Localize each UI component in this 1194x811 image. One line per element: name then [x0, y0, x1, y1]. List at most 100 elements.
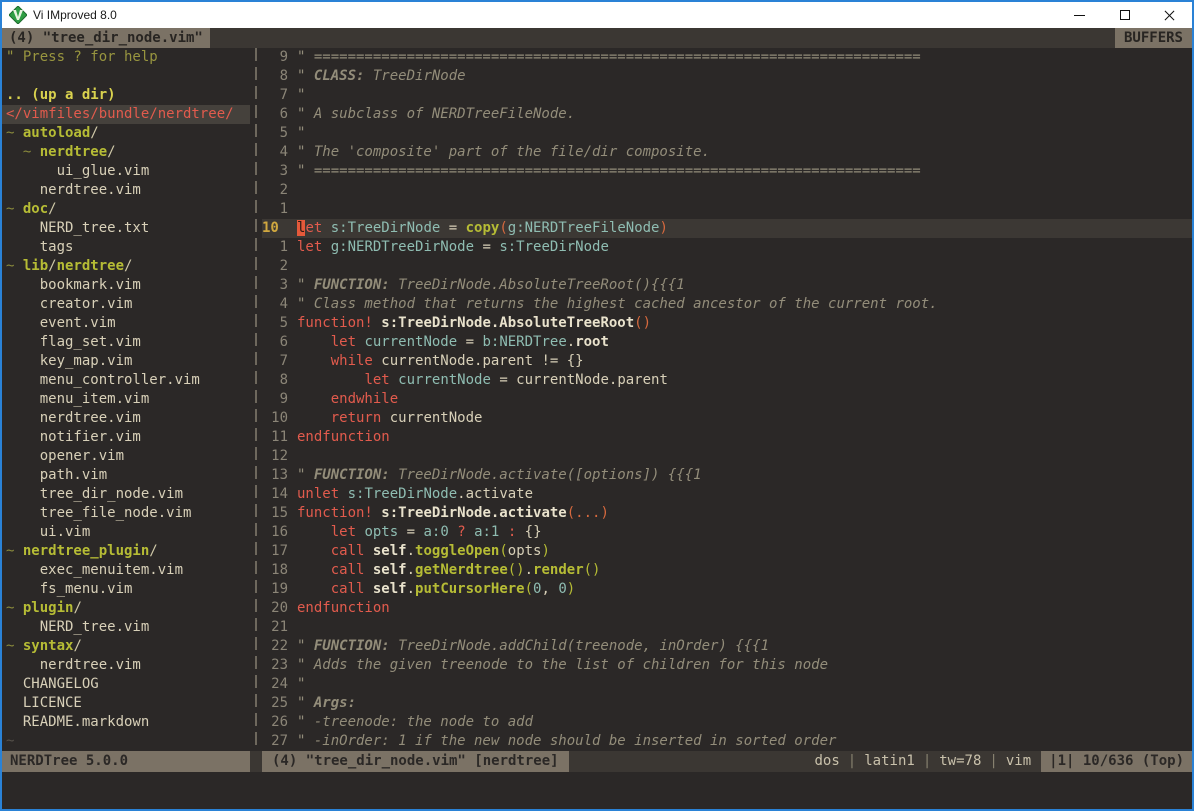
code-line[interactable]: 1let g:NERDTreeDirNode = s:TreeDirNode	[262, 238, 1192, 257]
line-text: unlet s:TreeDirNode.activate	[297, 485, 533, 504]
tree-line[interactable]: flag_set.vim	[2, 333, 250, 352]
tree-line-selected[interactable]: </vimfiles/bundle/nerdtree/	[2, 105, 250, 124]
code-line[interactable]: 1	[262, 200, 1192, 219]
statusline-gap	[250, 751, 262, 772]
token-gp: ()	[508, 562, 525, 578]
tree-line[interactable]: nerdtree.vim	[2, 181, 250, 200]
main-area: " Press ? for help .. (up a dir)</vimfile…	[2, 48, 1192, 751]
code-line[interactable]: 6" A subclass of NERDTreeFileNode.	[262, 105, 1192, 124]
tree-line[interactable]: opener.vim	[2, 447, 250, 466]
tree-line[interactable]: ~	[2, 732, 250, 751]
code-line[interactable]: 2	[262, 181, 1192, 200]
code-line[interactable]: 22" FUNCTION: TreeDirNode.addChild(treen…	[262, 637, 1192, 656]
tree-line[interactable]: CHANGELOG	[2, 675, 250, 694]
line-number: 18	[262, 561, 288, 580]
code-line[interactable]: 2	[262, 257, 1192, 276]
code-line[interactable]: 14unlet s:TreeDirNode.activate	[262, 485, 1192, 504]
tree-line[interactable]: ~ autoload/	[2, 124, 250, 143]
tree-line[interactable]: ~ lib/nerdtree/	[2, 257, 250, 276]
code-line[interactable]: 15function! s:TreeDirNode.activate(...)	[262, 504, 1192, 523]
tree-line[interactable]: ~ nerdtree_plugin/	[2, 542, 250, 561]
code-line[interactable]: 26" -treenode: the node to add	[262, 713, 1192, 732]
tree-line[interactable]: menu_controller.vim	[2, 371, 250, 390]
code-line[interactable]: 18 call self.getNerdtree().render()	[262, 561, 1192, 580]
tree-line[interactable]: creator.vim	[2, 295, 250, 314]
tree-line[interactable]: ~ syntax/	[2, 637, 250, 656]
tree-line[interactable]: ui.vim	[2, 523, 250, 542]
window-separator[interactable]	[250, 48, 262, 751]
code-line[interactable]: 4" Class method that returns the highest…	[262, 295, 1192, 314]
code-line[interactable]: 4" The 'composite' part of the file/dir …	[262, 143, 1192, 162]
code-line[interactable]: 9 endwhile	[262, 390, 1192, 409]
code-line[interactable]: 9" =====================================…	[262, 48, 1192, 67]
code-line[interactable]: 7 while currentNode.parent != {}	[262, 352, 1192, 371]
minimize-button[interactable]	[1057, 2, 1102, 28]
tree-line[interactable]: key_map.vim	[2, 352, 250, 371]
maximize-button[interactable]	[1102, 2, 1147, 28]
code-line[interactable]: 10 return currentNode	[262, 409, 1192, 428]
tree-line[interactable]: .. (up a dir)	[2, 86, 250, 105]
code-line[interactable]: 11endfunction	[262, 428, 1192, 447]
token-p: =	[474, 239, 499, 255]
tree-line[interactable]: ~ nerdtree/	[2, 143, 250, 162]
code-line[interactable]: 3" =====================================…	[262, 162, 1192, 181]
token-f: CHANGELOG	[6, 676, 99, 692]
tree-line[interactable]	[2, 67, 250, 86]
tree-line[interactable]: " Press ? for help	[2, 48, 250, 67]
tree-line[interactable]: bookmark.vim	[2, 276, 250, 295]
token-sl: /	[107, 144, 115, 160]
code-line[interactable]: 12	[262, 447, 1192, 466]
token-k: endwhile	[331, 391, 398, 407]
code-line[interactable]: 6 let currentNode = b:NERDTree.root	[262, 333, 1192, 352]
tree-line[interactable]: tree_file_node.vim	[2, 504, 250, 523]
line-number: 19	[262, 580, 288, 599]
tree-line[interactable]: path.vim	[2, 466, 250, 485]
tree-line[interactable]: tree_dir_node.vim	[2, 485, 250, 504]
tree-line[interactable]: NERD_tree.txt	[2, 219, 250, 238]
tree-line[interactable]: event.vim	[2, 314, 250, 333]
tree-line[interactable]: NERD_tree.vim	[2, 618, 250, 637]
tree-line[interactable]: LICENCE	[2, 694, 250, 713]
code-line[interactable]: 27" -inOrder: 1 if the new node should b…	[262, 732, 1192, 751]
token-c: "	[297, 277, 314, 293]
tree-line[interactable]: nerdtree.vim	[2, 656, 250, 675]
tab-tree-dir-node[interactable]: (4) "tree_dir_node.vim"	[2, 28, 210, 48]
code-line[interactable]: 23" Adds the given treenode to the list …	[262, 656, 1192, 675]
code-line[interactable]: 8" CLASS: TreeDirNode	[262, 67, 1192, 86]
code-line[interactable]: 16 let opts = a:0 ? a:1 : {}	[262, 523, 1192, 542]
tree-line[interactable]: fs_menu.vim	[2, 580, 250, 599]
code-line[interactable]: 5function! s:TreeDirNode.AbsoluteTreeRoo…	[262, 314, 1192, 333]
code-line[interactable]: 17 call self.toggleOpen(opts)	[262, 542, 1192, 561]
line-text: " FUNCTION: TreeDirNode.AbsoluteTreeRoot…	[297, 276, 685, 295]
code-line[interactable]: 13" FUNCTION: TreeDirNode.activate([opti…	[262, 466, 1192, 485]
code-line[interactable]: 24"	[262, 675, 1192, 694]
token-p: =	[457, 334, 482, 350]
tree-line[interactable]: notifier.vim	[2, 428, 250, 447]
code-line[interactable]: 19 call self.putCursorHere(0, 0)	[262, 580, 1192, 599]
tree-line[interactable]: nerdtree.vim	[2, 409, 250, 428]
token-p: =	[398, 524, 423, 540]
token-pb: root	[575, 334, 609, 350]
statusline-fill	[569, 751, 815, 772]
token-cb: FUNCTION:	[314, 277, 390, 293]
tree-line[interactable]: tags	[2, 238, 250, 257]
code-line[interactable]: 7"	[262, 86, 1192, 105]
code-line[interactable]: 8 let currentNode = currentNode.parent	[262, 371, 1192, 390]
tree-line[interactable]: menu_item.vim	[2, 390, 250, 409]
token-id: a:0	[423, 524, 448, 540]
tree-line[interactable]: README.markdown	[2, 713, 250, 732]
code-line[interactable]: 20endfunction	[262, 599, 1192, 618]
code-line[interactable]: 21	[262, 618, 1192, 637]
tree-line[interactable]: ~ doc/	[2, 200, 250, 219]
code-line[interactable]: 25" Args:	[262, 694, 1192, 713]
token-c: " ======================================…	[297, 163, 921, 179]
close-button[interactable]	[1147, 2, 1192, 28]
token-cm: " Press ? for help	[6, 49, 158, 65]
tree-line[interactable]: ui_glue.vim	[2, 162, 250, 181]
token-p	[339, 486, 347, 502]
tree-line[interactable]: ~ plugin/	[2, 599, 250, 618]
code-line[interactable]: 5"	[262, 124, 1192, 143]
code-line[interactable]: 3" FUNCTION: TreeDirNode.AbsoluteTreeRoo…	[262, 276, 1192, 295]
tree-line[interactable]: exec_menuitem.vim	[2, 561, 250, 580]
code-line-current[interactable]: 10let s:TreeDirNode = copy(g:NERDTreeFil…	[262, 219, 1192, 238]
